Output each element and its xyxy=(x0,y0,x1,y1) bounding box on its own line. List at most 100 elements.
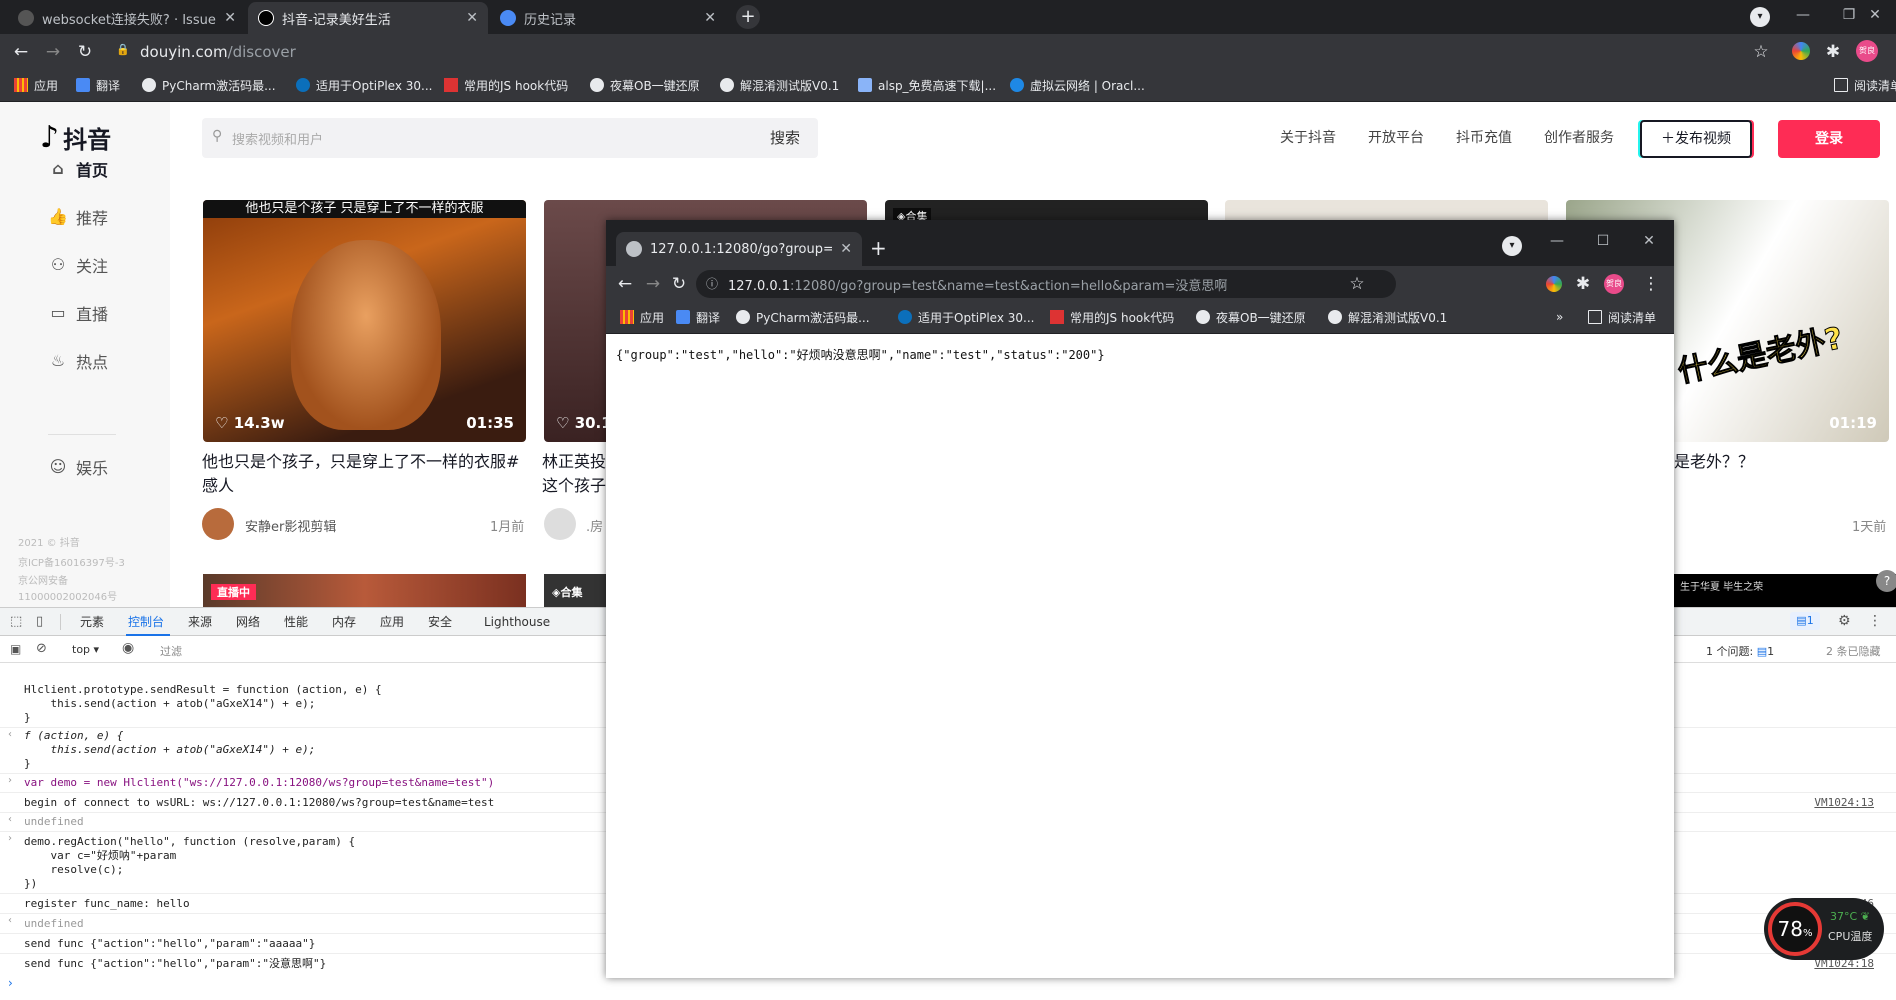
bookmark-ob[interactable]: 夜幕OB一键还原 xyxy=(1196,302,1306,332)
link-creator[interactable]: 创作者服务 xyxy=(1544,120,1614,156)
tab-performance[interactable]: 性能 xyxy=(284,608,308,636)
console-prompt-icon[interactable]: › xyxy=(8,976,13,990)
help-icon[interactable]: ? xyxy=(1876,570,1896,592)
link-about[interactable]: 关于抖音 xyxy=(1280,120,1336,156)
console-result[interactable]: f (action, e) { xyxy=(24,729,123,743)
bookmark-star-icon[interactable]: ☆ xyxy=(1750,41,1772,63)
tab-network[interactable]: 网络 xyxy=(236,608,260,636)
profile-avatar[interactable]: 贺良 xyxy=(1604,274,1624,294)
reload-icon[interactable]: ↻ xyxy=(74,41,96,63)
clear-console-icon[interactable]: ⊘ xyxy=(36,641,47,656)
bookmark-jshook[interactable]: 常用的JS hook代码 xyxy=(1050,302,1174,332)
reading-list[interactable]: 阅读清单 xyxy=(1588,302,1656,332)
bookmark-apps[interactable]: 应用 xyxy=(620,302,664,332)
video-title[interactable]: 林正英投 xyxy=(542,450,606,474)
douyin-logo[interactable]: ♪ 抖音 xyxy=(40,120,111,155)
bookmark-star-icon[interactable]: ☆ xyxy=(1346,273,1368,295)
footer-police[interactable]: 京公网安备 xyxy=(18,572,68,587)
tab-douyin[interactable]: 抖音-记录美好生活 ✕ xyxy=(248,2,488,34)
author-name[interactable]: .房 xyxy=(586,516,603,535)
tab-application[interactable]: 应用 xyxy=(380,608,404,636)
link-recharge[interactable]: 抖币充值 xyxy=(1456,120,1512,156)
bookmark-deobf[interactable]: 解混淆测试版V0.1 xyxy=(720,68,839,102)
video-card[interactable]: 生于华夏 毕生之荣 xyxy=(1674,574,1896,607)
search-button[interactable]: 搜索 xyxy=(770,127,800,148)
tab-security[interactable]: 安全 xyxy=(428,608,452,636)
close-icon[interactable]: ✕ xyxy=(224,10,236,26)
bookmark-pycharm[interactable]: PyCharm激活码最... xyxy=(736,302,870,332)
context-select[interactable]: top ▾ xyxy=(72,643,99,656)
video-title-line2[interactable]: 这个孩子 xyxy=(542,474,606,498)
bookmark-optiplex[interactable]: 适用于OptiPlex 30... xyxy=(296,68,432,102)
tab-sources[interactable]: 来源 xyxy=(188,608,212,636)
video-card[interactable]: 他也只是个孩子 只是穿上了不一样的衣服 ♡ 14.3w 01:35 xyxy=(203,200,526,442)
login-button[interactable]: 登录 xyxy=(1778,120,1880,158)
video-title[interactable]: 他也只是个孩子，只是穿上了不一样的衣服# xyxy=(202,450,519,474)
eye-icon[interactable]: ◉ xyxy=(122,640,134,656)
nav-home[interactable]: ⌂ 首页 xyxy=(48,154,108,184)
tab-search-icon[interactable]: ▾ xyxy=(1750,7,1770,27)
back-icon[interactable]: ← xyxy=(10,41,32,63)
tab-search-icon[interactable]: ▾ xyxy=(1502,236,1522,256)
forward-icon[interactable]: → xyxy=(642,273,664,295)
minimize-button[interactable]: — xyxy=(1534,226,1580,256)
inspect-icon[interactable]: ⬚ xyxy=(10,614,22,629)
video-title[interactable]: 是老外？？ xyxy=(1674,450,1754,474)
filter-input[interactable]: 过滤 xyxy=(160,643,182,659)
close-window-button[interactable]: ✕ xyxy=(1626,226,1672,256)
gear-icon[interactable]: ⚙ xyxy=(1838,613,1851,629)
nav-recommend[interactable]: 👍 推荐 xyxy=(48,202,108,232)
video-title-line2[interactable]: 感人 xyxy=(202,474,234,498)
bookmark-ob[interactable]: 夜幕OB一键还原 xyxy=(590,68,700,102)
video-card[interactable]: ◈合集 xyxy=(544,574,614,607)
nav-follow[interactable]: ⚇ 关注 xyxy=(48,250,108,280)
profile-avatar[interactable]: 贺良 xyxy=(1856,40,1878,62)
reload-icon[interactable]: ↻ xyxy=(668,273,690,295)
link-open-platform[interactable]: 开放平台 xyxy=(1368,120,1424,156)
bookmarks-overflow-icon[interactable]: » xyxy=(1556,302,1563,332)
nav-hot[interactable]: ♨ 热点 xyxy=(48,346,108,376)
popup-tab[interactable]: 127.0.0.1:12080/go?group=te ✕ xyxy=(616,232,862,266)
minimize-button[interactable]: — xyxy=(1780,0,1826,30)
search-input[interactable]: 搜索视频和用户 xyxy=(232,129,323,148)
bookmark-translate[interactable]: 翻译 xyxy=(676,302,720,332)
address-bar[interactable]: douyin.com/discover xyxy=(140,38,296,66)
bookmark-translate[interactable]: 翻译 xyxy=(76,68,120,102)
bookmark-alsp[interactable]: alsp_免费高速下载|... xyxy=(858,68,996,102)
forward-icon[interactable]: → xyxy=(42,41,64,63)
new-tab-button[interactable]: + xyxy=(870,236,887,260)
bookmark-deobf[interactable]: 解混淆测试版V0.1 xyxy=(1328,302,1447,332)
bookmark-oracle[interactable]: 虚拟云网络 | Oracl... xyxy=(1010,68,1145,102)
author-name[interactable]: 安静er影视剪辑 xyxy=(245,516,336,535)
close-window-button[interactable]: ✕ xyxy=(1852,0,1896,30)
more-icon[interactable]: ⋮ xyxy=(1640,273,1662,295)
bookmark-apps[interactable]: 应用 xyxy=(14,68,58,102)
issues-link[interactable]: 1 个问题: ▤1 xyxy=(1706,643,1774,659)
nav-entertainment[interactable]: ☺ 娱乐 xyxy=(48,452,108,482)
cpu-widget[interactable]: 78% 37°C ❦ CPU温度 xyxy=(1764,898,1884,960)
extension-icon[interactable] xyxy=(1792,42,1810,60)
close-icon[interactable]: ✕ xyxy=(466,10,478,26)
video-card[interactable]: 直播中 xyxy=(203,574,526,607)
tab-history[interactable]: 历史记录 ✕ xyxy=(490,2,726,34)
issues-counter[interactable]: ▤1 xyxy=(1790,612,1820,630)
sidebar-toggle-icon[interactable]: ▣ xyxy=(10,642,21,656)
bookmark-optiplex[interactable]: 适用于OptiPlex 30... xyxy=(898,302,1034,332)
puzzle-icon[interactable]: ✱ xyxy=(1572,273,1594,295)
reading-list[interactable]: 阅读清单 xyxy=(1834,68,1896,102)
close-icon[interactable]: ✕ xyxy=(840,241,852,257)
maximize-button[interactable]: ☐ xyxy=(1580,226,1626,256)
nav-live[interactable]: ▭ 直播 xyxy=(48,298,108,328)
footer-icp[interactable]: 京ICP备16016397号-3 xyxy=(18,554,125,569)
tab-memory[interactable]: 内存 xyxy=(332,608,356,636)
back-icon[interactable]: ← xyxy=(614,273,636,295)
bookmark-pycharm[interactable]: PyCharm激活码最... xyxy=(142,68,276,102)
tab-issue[interactable]: websocket连接失败? · Issue # ✕ xyxy=(8,2,246,34)
device-toggle-icon[interactable]: ▯ xyxy=(36,614,43,629)
puzzle-icon[interactable]: ✱ xyxy=(1822,41,1844,63)
address-bar[interactable]: ⓘ 127.0.0.1:12080/go?group=test&name=tes… xyxy=(696,270,1396,298)
bookmark-jshook[interactable]: 常用的JS hook代码 xyxy=(444,68,568,102)
avatar[interactable] xyxy=(202,508,234,540)
publish-video-button[interactable]: ＋发布视频 xyxy=(1640,120,1752,158)
tab-lighthouse[interactable]: Lighthouse xyxy=(484,608,550,636)
